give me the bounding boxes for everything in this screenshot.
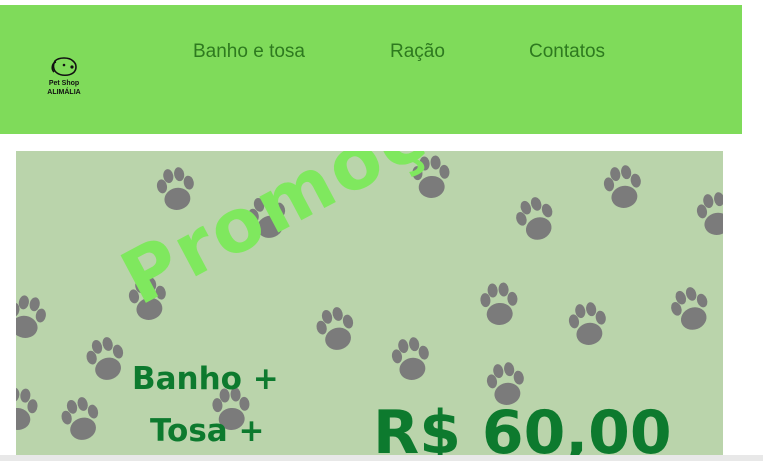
nav-link-banho-e-tosa[interactable]: Banho e tosa	[193, 41, 305, 63]
paw-print-icon	[666, 282, 716, 336]
paw-print-icon	[312, 303, 360, 355]
logo-line-1: Pet Shop	[48, 80, 80, 87]
paw-print-icon	[601, 163, 646, 211]
site-header: Pet Shop ALIMÁLIA Banho e tosa Ração Con…	[0, 5, 742, 134]
offer-line-2: Tosa +	[150, 413, 265, 449]
paw-print-icon	[694, 190, 723, 238]
nav-link-racao[interactable]: Ração	[390, 41, 445, 63]
paw-print-icon	[16, 386, 39, 432]
paw-print-icon	[389, 335, 434, 383]
page-bottom-edge	[0, 455, 763, 461]
offer-line-1: Banho +	[132, 361, 279, 397]
promo-banner: Promoção Banho + Tosa + R$ 60,00	[16, 151, 723, 456]
paw-print-icon	[479, 281, 520, 327]
offer-price: R$ 60,00	[373, 398, 672, 456]
paw-print-icon	[57, 393, 105, 445]
paw-print-icon	[566, 300, 611, 348]
logo-line-2: ALIMÁLIA	[47, 89, 81, 96]
nav-link-contatos[interactable]: Contatos	[529, 41, 605, 63]
paw-print-icon	[82, 333, 130, 385]
paw-print-icon	[16, 293, 49, 342]
logo[interactable]: Pet Shop ALIMÁLIA	[46, 55, 82, 97]
dog-icon	[51, 57, 77, 77]
paw-print-icon	[511, 192, 561, 246]
